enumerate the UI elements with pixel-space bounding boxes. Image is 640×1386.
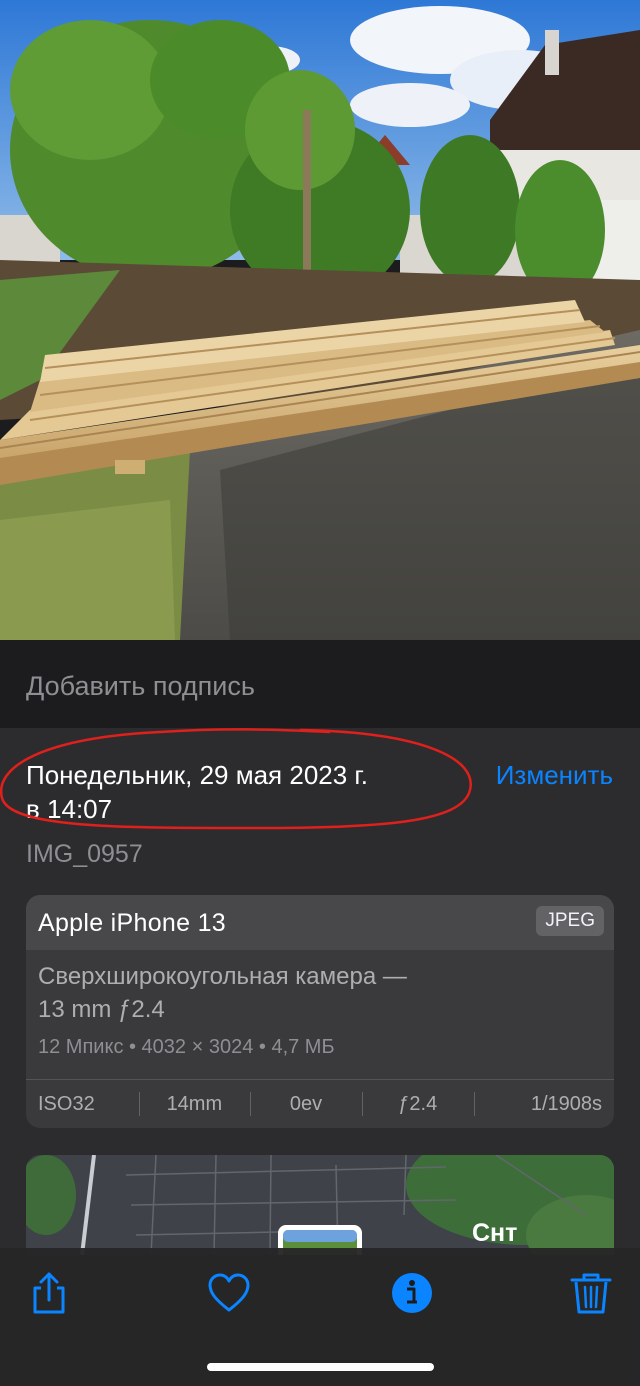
exif-focal-length: 14mm [138,1080,251,1128]
heart-icon [208,1273,250,1312]
share-icon [33,1272,65,1314]
info-button[interactable] [390,1270,436,1316]
share-button[interactable] [26,1270,72,1316]
home-indicator[interactable] [207,1363,434,1371]
lens-description: Сверхширокоугольная камера — [38,963,407,990]
photo-view[interactable] [0,0,640,640]
info-icon [392,1273,432,1313]
file-name: IMG_0957 [26,840,143,868]
exif-aperture: ƒ2.4 [361,1080,474,1128]
photo-image [0,0,640,640]
edit-date-button[interactable]: Изменить [496,760,613,791]
metadata-card: Apple iPhone 13 JPEG Сверхширокоугольная… [26,895,614,1128]
image-specs: 12 Мпикс • 4032 × 3024 • 4,7 МБ [38,1036,335,1058]
format-badge: JPEG [536,906,604,936]
exif-shutter-speed: 1/1908s [473,1080,614,1128]
metadata-header: Apple iPhone 13 JPEG [26,895,614,950]
favorite-button[interactable] [206,1270,252,1316]
exif-iso: ISO32 [38,1092,95,1115]
time-text: в 14:07 [26,794,113,824]
device-name: Apple iPhone 13 [38,909,226,937]
lens-specs: 13 mm ƒ2.4 [38,996,165,1023]
caption-bar [0,640,640,728]
info-panel: Понедельник, 29 мая 2023 г. в 14:07 Изме… [0,728,640,1255]
map-image [26,1155,614,1255]
map-location-label: Снт [472,1219,518,1247]
delete-button[interactable] [568,1270,614,1316]
trash-icon [570,1273,612,1314]
caption-input[interactable] [26,666,586,706]
date-text: Понедельник, 29 мая 2023 г. [26,760,368,790]
exif-exposure-bias: 0ev [250,1080,362,1128]
location-map[interactable]: Снт [26,1155,614,1255]
bottom-toolbar [0,1248,640,1386]
exif-row: ISO32 14mm 0ev ƒ2.4 1/1908s [26,1080,614,1128]
